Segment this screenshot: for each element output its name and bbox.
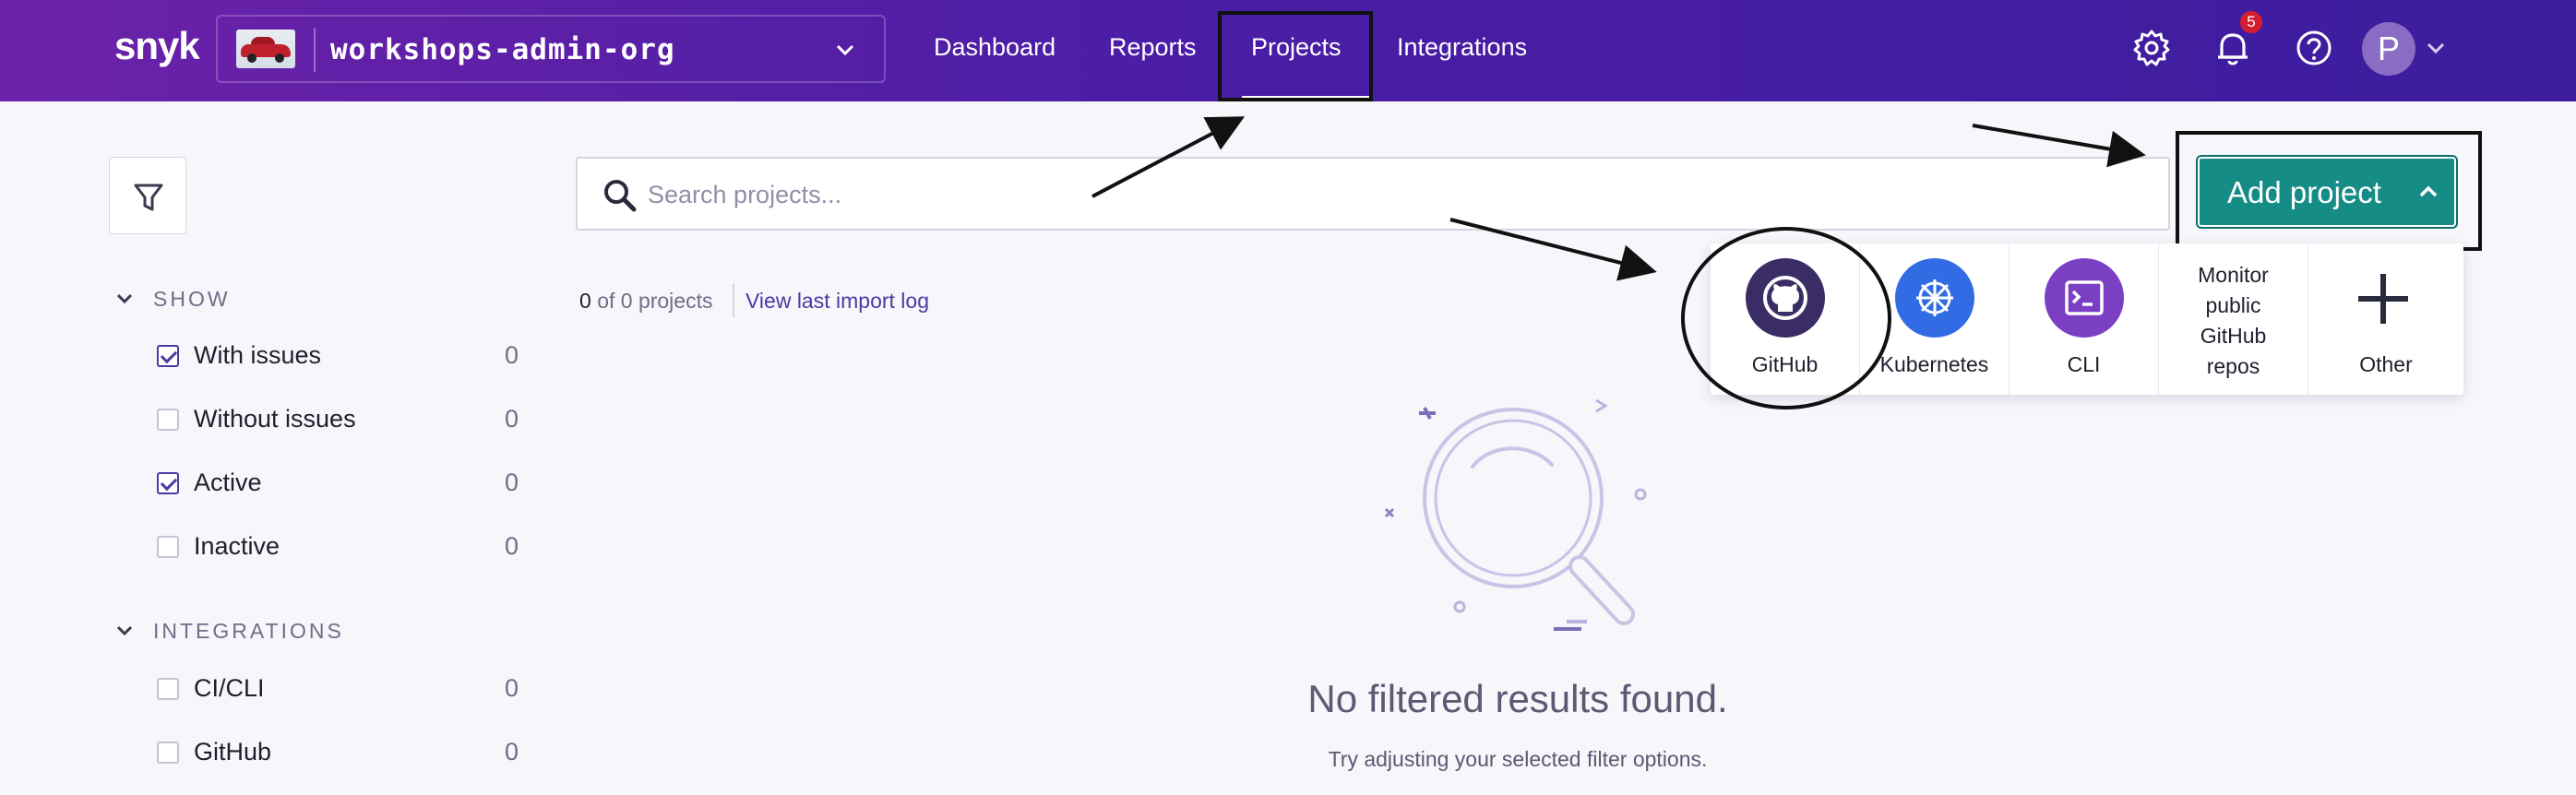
option-label: Monitor public GitHub repos [2198, 263, 2269, 378]
add-project-monitor-public-repos[interactable]: Monitor public GitHub repos [2159, 243, 2308, 395]
filter-label: GitHub [194, 738, 272, 765]
plus-icon [2343, 258, 2423, 338]
arrow-to-add-project [1972, 124, 2146, 168]
org-divider [314, 28, 316, 72]
filter-active[interactable]: Active 0 [157, 465, 519, 502]
kubernetes-icon [1895, 258, 1974, 338]
add-project-menu: GitHub Kubernetes CLI Monitor public Git… [1711, 243, 2463, 395]
checkbox[interactable] [157, 536, 179, 558]
search-input[interactable] [646, 173, 2126, 216]
nav-integrations[interactable]: Integrations [1397, 33, 1527, 62]
add-project-button[interactable]: Add project [2196, 155, 2458, 229]
checkbox[interactable] [157, 409, 179, 431]
option-label: CLI [2067, 352, 2101, 376]
gear-icon[interactable] [2131, 28, 2172, 73]
filter-label: With issues [194, 341, 322, 369]
search-box [576, 157, 2170, 231]
checkbox[interactable] [157, 345, 179, 367]
chevron-down-icon[interactable] [2423, 35, 2449, 65]
divider [733, 284, 734, 317]
filter-label: CI/CLI [194, 674, 265, 702]
projects-count: 0 of 0 projects [579, 289, 712, 314]
notification-count-badge: 5 [2240, 11, 2262, 33]
filter-count: 0 [504, 405, 519, 433]
help-icon[interactable] [2294, 28, 2334, 73]
filter-count: 0 [504, 738, 519, 765]
show-section-heading[interactable]: SHOW [114, 287, 231, 314]
filter-icon [134, 184, 163, 211]
projects-highlight-box [1218, 11, 1373, 101]
org-avatar-image [236, 30, 295, 68]
chevron-down-icon [832, 37, 858, 67]
filter-count: 0 [504, 532, 519, 560]
bell-icon[interactable] [2212, 28, 2253, 73]
github-icon [1746, 258, 1825, 338]
nav-reports[interactable]: Reports [1109, 33, 1197, 62]
empty-state-subtitle: Try adjusting your selected filter optio… [1328, 747, 1708, 771]
chevron-up-icon [2415, 179, 2441, 209]
projects-count-suffix: of 0 projects [597, 289, 713, 313]
search-icon [602, 177, 638, 219]
magnifier-illustration [1375, 395, 1652, 648]
nav-dashboard[interactable]: Dashboard [934, 33, 1055, 62]
add-project-cli[interactable]: CLI [2010, 243, 2159, 395]
filter-without-issues[interactable]: Without issues 0 [157, 401, 519, 438]
option-label: Other [2359, 352, 2413, 376]
snyk-logo[interactable]: snyk [114, 24, 200, 68]
show-heading-label: SHOW [153, 287, 231, 311]
filter-ci-cli[interactable]: CI/CLI 0 [157, 670, 519, 707]
filter-label: Without issues [194, 405, 356, 433]
view-import-log-link[interactable]: View last import log [745, 289, 929, 314]
filter-label: Inactive [194, 532, 280, 560]
option-label: GitHub [1751, 352, 1819, 376]
add-project-other[interactable]: Other [2308, 243, 2463, 395]
org-name: workshops-admin-org [330, 33, 675, 66]
option-label: Kubernetes [1879, 352, 1989, 376]
integrations-heading-label: INTEGRATIONS [153, 619, 344, 643]
filter-label: Active [194, 469, 262, 496]
empty-state-title: No filtered results found. [1307, 677, 1728, 720]
projects-count-value: 0 [579, 289, 591, 313]
filter-count: 0 [504, 341, 519, 369]
add-project-label: Add project [2227, 175, 2381, 209]
integrations-section-heading[interactable]: INTEGRATIONS [114, 619, 344, 646]
checkbox[interactable] [157, 678, 179, 700]
add-project-github[interactable]: GitHub [1711, 243, 1860, 395]
filter-toggle-button[interactable] [109, 157, 186, 234]
filter-with-issues[interactable]: With issues 0 [157, 338, 519, 374]
terminal-icon [2045, 258, 2124, 338]
filter-count: 0 [504, 674, 519, 702]
chevron-down-icon [114, 288, 135, 314]
org-switcher[interactable]: workshops-admin-org [216, 15, 886, 83]
filter-count: 0 [504, 469, 519, 496]
add-project-kubernetes[interactable]: Kubernetes [1860, 243, 2010, 395]
filter-github[interactable]: GitHub 0 [157, 734, 519, 771]
checkbox[interactable] [157, 472, 179, 494]
filter-inactive[interactable]: Inactive 0 [157, 528, 519, 565]
checkbox[interactable] [157, 742, 179, 764]
chevron-down-icon [114, 620, 135, 646]
user-avatar[interactable]: P [2362, 22, 2415, 76]
